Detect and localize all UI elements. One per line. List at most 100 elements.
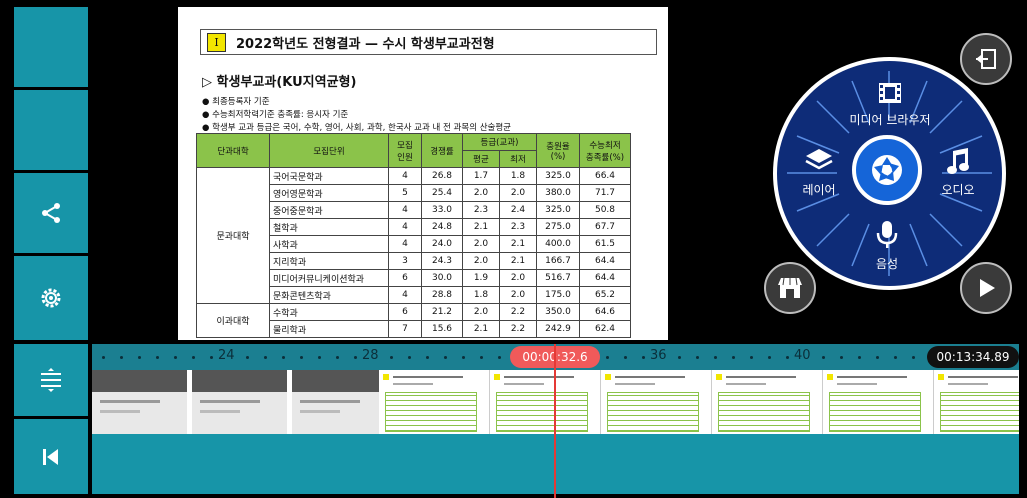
document-title: 2022학년도 전형결과 — 수시 학생부교과전형 [236,36,495,52]
ruler-tick-label: 28 [362,348,379,363]
document-page: I 2022학년도 전형결과 — 수시 학생부교과전형 ▷ 학생부교과(KU지역… [178,7,668,340]
unit-cell: 물리학과 [269,320,389,338]
unit-cell: 국어국문학과 [269,167,389,185]
film-icon [879,83,901,103]
value-cell: 64.4 [579,269,631,287]
capture-button[interactable] [852,135,922,205]
value-cell: 30.0 [421,269,463,287]
document-frame-thumbnail [934,370,1019,434]
document-frame-thumbnail [379,370,490,434]
video-preview[interactable]: I 2022학년도 전형결과 — 수시 학생부교과전형 ▷ 학생부교과(KU지역… [92,7,755,340]
document-frame-thumbnail [712,370,823,434]
col-fill-rate: 충원율 (%) [536,133,580,168]
value-cell: 66.4 [579,167,631,185]
value-cell: 4 [388,167,422,185]
ruler-dot [282,356,285,359]
unit-cell: 수학과 [269,303,389,321]
value-cell: 61.5 [579,235,631,253]
ruler-dot [696,356,699,359]
ruler-dot [174,356,177,359]
ruler-dot [768,356,771,359]
ruler-dot [462,356,465,359]
share-button[interactable] [14,173,88,253]
ruler-dot [858,356,861,359]
ruler-dot [318,356,321,359]
ruler-dot [714,356,717,359]
unit-cell: 문화콘텐츠학과 [269,286,389,304]
ruler-dot [750,356,753,359]
value-cell: 4 [388,235,422,253]
ruler-tick-label: 24 [218,348,235,363]
play-icon [980,279,995,297]
layer-button[interactable]: 레이어 [796,148,842,198]
ruler-dot [354,356,357,359]
total-duration: 00:13:34.89 [927,346,1019,368]
value-cell: 33.0 [421,201,463,219]
value-cell: 2.4 [499,201,537,219]
college-cell: 문과대학 [196,167,270,304]
document-frame-thumbnail [490,370,601,434]
bullet-1: ● 최종등록자 기준 [202,97,270,107]
value-cell: 7 [388,320,422,338]
value-cell: 25.4 [421,184,463,202]
voice-label: 음성 [875,257,899,271]
value-cell: 350.0 [536,303,580,321]
col-college: 단과대학 [196,133,270,168]
value-cell: 325.0 [536,201,580,219]
media-browser-label: 미디어 브라우저 [849,113,931,127]
ruler-dot [786,356,789,359]
voice-button[interactable]: 음성 [864,220,910,271]
skip-to-start-icon [43,448,58,465]
settings-button[interactable] [14,256,88,340]
ruler-dot [102,356,105,359]
video-frame-thumbnail [192,370,287,434]
ruler-dot [408,356,411,359]
value-cell: 275.0 [536,218,580,236]
value-cell: 21.2 [421,303,463,321]
media-browser-button[interactable]: 미디어 브라우저 [845,80,935,130]
value-cell: 2.0 [499,286,537,304]
gear-icon [41,288,61,308]
ruler-dot [840,356,843,359]
toolbar-slot-2 [14,90,88,170]
music-note-icon [947,148,969,174]
value-cell: 2.1 [462,218,500,236]
value-cell: 1.9 [462,269,500,287]
bullet-2: ● 수능최저학력기준 충족률: 응시자 기준 [202,110,349,120]
value-cell: 28.8 [421,286,463,304]
value-cell: 2.0 [462,252,500,270]
value-cell: 2.1 [499,252,537,270]
value-cell: 400.0 [536,235,580,253]
ruler-dot [246,356,249,359]
play-button[interactable] [960,262,1012,314]
value-cell: 67.7 [579,218,631,236]
ruler-dot [912,356,915,359]
skip-to-start-button[interactable] [14,419,88,494]
video-frame-thumbnail [92,370,187,434]
col-competition: 경쟁률 [421,133,463,168]
ruler-dot [390,356,393,359]
ruler-dot [156,356,159,359]
ruler-dot [192,356,195,359]
ruler-dot [336,356,339,359]
ruler-dot [138,356,141,359]
value-cell: 64.6 [579,303,631,321]
value-cell: 64.4 [579,252,631,270]
playhead-line[interactable] [554,344,556,498]
ruler-dot [210,356,213,359]
ruler-dot [678,356,681,359]
value-cell: 175.0 [536,286,580,304]
value-cell: 24.8 [421,218,463,236]
col-quota: 모집 인원 [388,133,422,168]
unit-cell: 중어중문학과 [269,201,389,219]
value-cell: 2.3 [499,218,537,236]
audio-button[interactable]: 오디오 [932,148,984,198]
value-cell: 71.7 [579,184,631,202]
split-button[interactable] [14,344,88,416]
value-cell: 166.7 [536,252,580,270]
college-cell: 이과대학 [196,303,270,338]
camera-shutter-icon [872,155,902,185]
store-button[interactable] [764,262,816,314]
store-icon [778,277,802,298]
value-cell: 325.0 [536,167,580,185]
